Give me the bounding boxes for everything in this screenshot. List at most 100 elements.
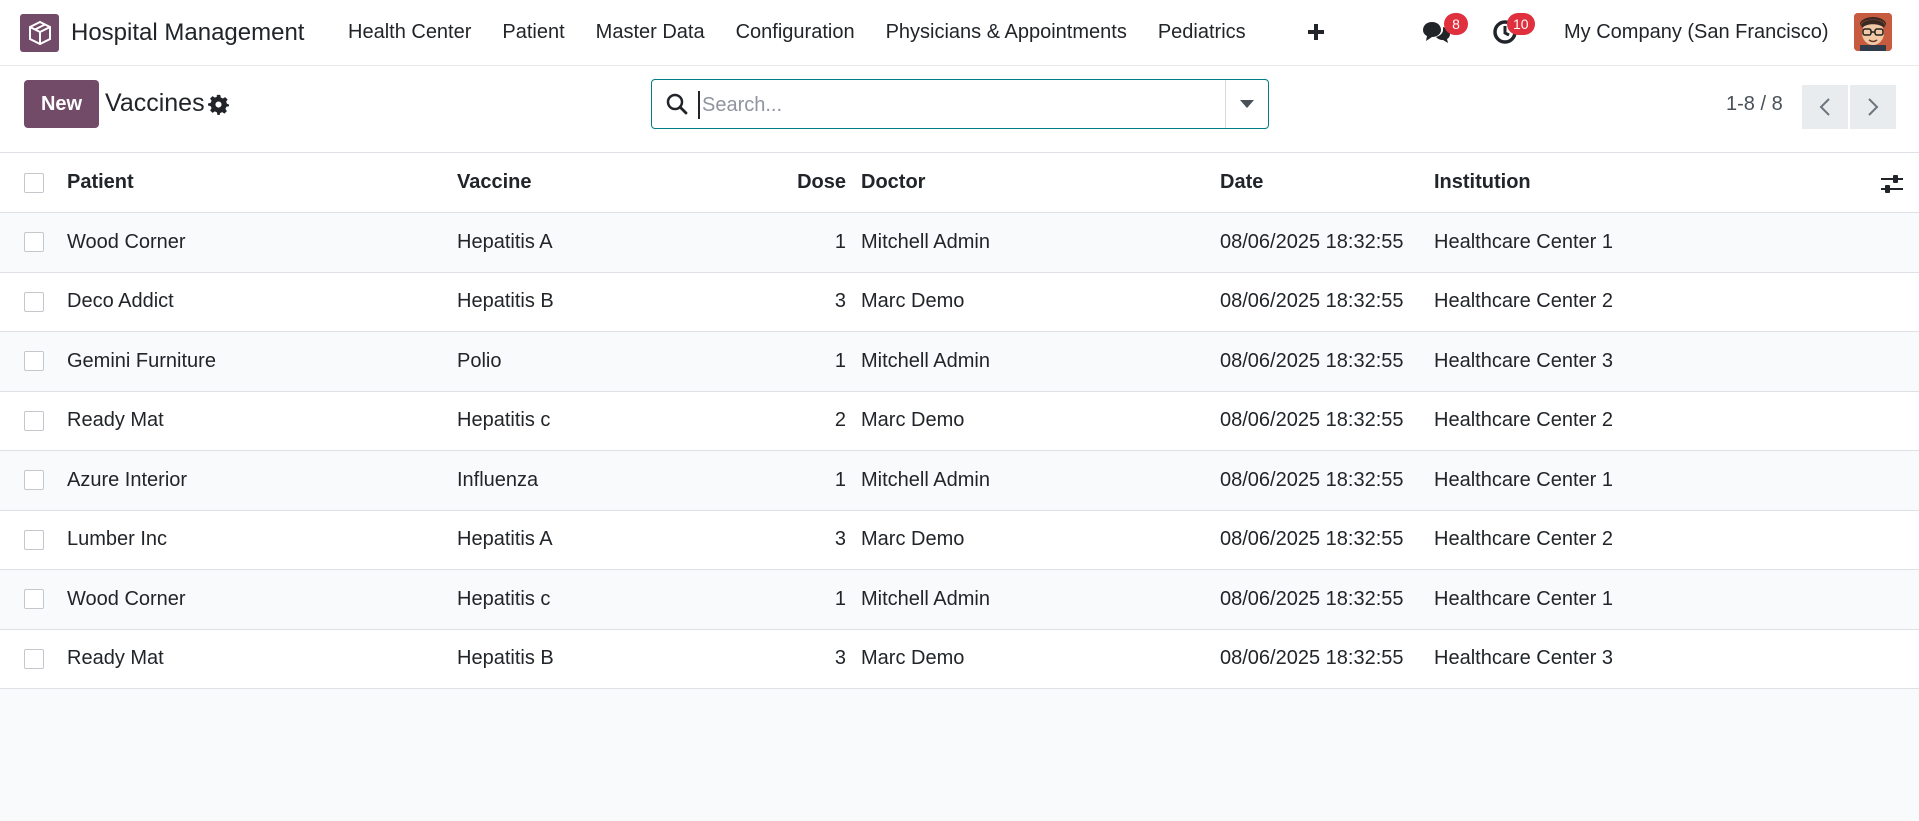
cell-institution: Healthcare Center 1 (1434, 230, 1613, 253)
cell-dose: 1 (834, 349, 846, 372)
header-date[interactable]: Date (1220, 153, 1263, 212)
cell-doctor: Marc Demo (861, 409, 965, 432)
header-vaccine[interactable]: Vaccine (457, 153, 532, 212)
cell-date: 08/06/2025 18:32:55 (1220, 647, 1404, 670)
menu-health-center[interactable]: Health Center (348, 21, 471, 44)
cell-date: 08/06/2025 18:32:55 (1220, 528, 1404, 551)
cell-patient: Gemini Furniture (67, 349, 216, 372)
cell-vaccine: Hepatitis c (457, 409, 551, 432)
table-row[interactable]: Deco Addict Hepatitis B 3 Marc Demo 08/06/20… (0, 272, 1919, 332)
cell-doctor: Mitchell Admin (861, 587, 990, 610)
table-row[interactable]: Ready Mat Hepatitis c 2 Marc Demo 08/06/2025… (0, 391, 1919, 451)
header-patient[interactable]: Patient (67, 153, 134, 212)
cell-institution: Healthcare Center 1 (1434, 468, 1613, 491)
cell-doctor: Marc Demo (861, 528, 965, 551)
chevron-right-icon (1868, 98, 1879, 116)
cell-patient: Lumber Inc (67, 528, 168, 551)
row-checkbox[interactable] (24, 648, 44, 669)
cell-vaccine: Hepatitis B (457, 647, 554, 670)
table-header: Patient Vaccine Dose Doctor Date Institu… (0, 153, 1919, 213)
column-options-icon[interactable] (1880, 173, 1904, 195)
table-row[interactable]: Wood Corner Hepatitis A 1 Mitchell Admin 08/… (0, 213, 1919, 273)
cell-patient: Ready Mat (67, 409, 164, 432)
plus-icon[interactable] (1307, 18, 1325, 46)
cell-date: 08/06/2025 18:32:55 (1220, 290, 1404, 313)
menu-patient[interactable]: Patient (502, 21, 564, 44)
cell-date: 08/06/2025 18:32:55 (1220, 349, 1404, 372)
cell-vaccine: Influenza (457, 468, 539, 491)
menu-configuration[interactable]: Configuration (736, 21, 855, 44)
vaccines-table: Patient Vaccine Dose Doctor Date Institu… (0, 153, 1919, 689)
cell-dose: 1 (834, 468, 846, 491)
cell-doctor: Marc Demo (861, 290, 965, 313)
row-checkbox[interactable] (24, 529, 44, 550)
cell-dose: 2 (834, 409, 846, 432)
header-institution[interactable]: Institution (1434, 153, 1531, 212)
app-name[interactable]: Hospital Management (71, 19, 304, 47)
cell-patient: Ready Mat (67, 647, 164, 670)
cell-patient: Wood Corner (67, 230, 186, 253)
cell-dose: 1 (834, 230, 846, 253)
activities-badge: 10 (1507, 13, 1535, 35)
table-row[interactable]: Azure Interior Influenza 1 Mitchell Admin 08… (0, 451, 1919, 511)
cell-institution: Healthcare Center 1 (1434, 587, 1613, 610)
cell-date: 08/06/2025 18:32:55 (1220, 587, 1404, 610)
header-dose[interactable]: Dose (760, 153, 846, 212)
pager-next-button[interactable] (1850, 85, 1896, 129)
gear-icon[interactable] (208, 94, 229, 115)
cell-dose: 3 (834, 647, 846, 670)
cell-doctor: Mitchell Admin (861, 349, 990, 372)
app-logo-icon[interactable] (20, 14, 59, 52)
cell-date: 08/06/2025 18:32:55 (1220, 468, 1404, 491)
cell-dose: 1 (834, 587, 846, 610)
new-button[interactable]: New (24, 80, 99, 128)
cell-vaccine: Hepatitis A (457, 528, 553, 551)
cell-date: 08/06/2025 18:32:55 (1220, 230, 1404, 253)
chevron-left-icon (1819, 98, 1830, 116)
pager-value[interactable]: 1-8 / 8 (1726, 93, 1783, 116)
menu-physicians-appointments[interactable]: Physicians & Appointments (886, 21, 1127, 44)
search-bar (651, 79, 1269, 129)
menu-pediatrics[interactable]: Pediatrics (1158, 21, 1246, 44)
search-input[interactable] (698, 91, 1198, 119)
cell-dose: 3 (834, 528, 846, 551)
user-avatar[interactable] (1854, 13, 1892, 51)
cell-institution: Healthcare Center 3 (1434, 647, 1613, 670)
table-row[interactable]: Wood Corner Hepatitis c 1 Mitchell Admin 08/… (0, 570, 1919, 630)
search-options-toggle[interactable] (1225, 80, 1268, 128)
header-doctor[interactable]: Doctor (861, 153, 925, 212)
cell-date: 08/06/2025 18:32:55 (1220, 409, 1404, 432)
table-row[interactable]: Gemini Furniture Polio 1 Mitchell Admin 08/0… (0, 332, 1919, 392)
cell-vaccine: Hepatitis B (457, 290, 554, 313)
row-checkbox[interactable] (24, 351, 44, 372)
company-switcher[interactable]: My Company (San Francisco) (1564, 21, 1829, 44)
row-checkbox[interactable] (24, 410, 44, 431)
row-checkbox[interactable] (24, 291, 44, 312)
row-checkbox[interactable] (24, 470, 44, 491)
cell-institution: Healthcare Center 3 (1434, 349, 1613, 372)
cell-institution: Healthcare Center 2 (1434, 409, 1613, 432)
table-row[interactable]: Ready Mat Hepatitis B 3 Marc Demo 08/06/2025… (0, 629, 1919, 689)
cell-institution: Healthcare Center 2 (1434, 528, 1613, 551)
cell-patient: Wood Corner (67, 587, 186, 610)
caret-down-icon (1240, 100, 1254, 108)
main-menu: Health Center Patient Master Data Config… (348, 21, 1277, 44)
select-all-checkbox[interactable] (24, 172, 44, 193)
cell-vaccine: Hepatitis A (457, 230, 553, 253)
messages-badge: 8 (1444, 13, 1468, 35)
row-checkbox[interactable] (24, 232, 44, 253)
search-icon (666, 93, 690, 117)
cell-patient: Deco Addict (67, 290, 174, 313)
table-body: Wood Corner Hepatitis A 1 Mitchell Admin 08/… (0, 213, 1919, 689)
cell-doctor: Mitchell Admin (861, 230, 990, 253)
cell-dose: 3 (834, 290, 846, 313)
top-navbar: Hospital Management Health Center Patien… (0, 0, 1919, 66)
cell-vaccine: Hepatitis c (457, 587, 551, 610)
page-title: Vaccines (105, 89, 205, 117)
table-row[interactable]: Lumber Inc Hepatitis A 3 Marc Demo 08/06/202… (0, 510, 1919, 570)
pager-previous-button[interactable] (1802, 85, 1848, 129)
row-checkbox[interactable] (24, 589, 44, 610)
menu-master-data[interactable]: Master Data (596, 21, 705, 44)
control-panel: New Vaccines 1-8 / 8 (0, 66, 1919, 153)
cell-doctor: Marc Demo (861, 647, 965, 670)
